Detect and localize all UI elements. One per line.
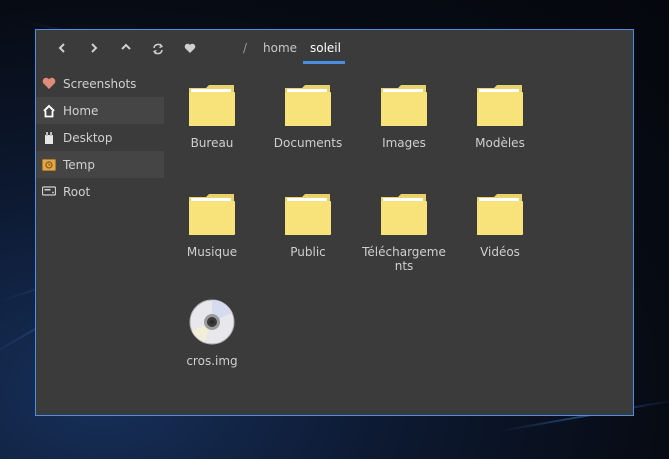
file-name: Images bbox=[382, 136, 426, 150]
forward-button[interactable] bbox=[85, 40, 103, 58]
file-name: Musique bbox=[186, 245, 238, 259]
file-item-documents[interactable]: Documents bbox=[264, 80, 352, 150]
file-name: Public bbox=[290, 245, 326, 259]
file-item-bureau[interactable]: Bureau bbox=[168, 80, 256, 150]
sidebar-item-label: Screenshots bbox=[63, 76, 137, 91]
favorite-button[interactable] bbox=[181, 40, 199, 58]
folder-icon bbox=[284, 189, 332, 237]
file-manager-window: / home soleil Screenshots Home Desktop T… bbox=[35, 29, 634, 416]
folder-icon bbox=[380, 80, 428, 128]
heart-icon bbox=[181, 43, 199, 54]
chevron-left-icon bbox=[53, 43, 71, 53]
sidebar-item-root[interactable]: Root bbox=[36, 178, 164, 205]
sidebar-item-label: Temp bbox=[63, 157, 95, 172]
refresh-icon bbox=[149, 43, 167, 55]
folder-icon bbox=[476, 80, 524, 128]
refresh-button[interactable] bbox=[149, 40, 167, 58]
sidebar-item-screenshots[interactable]: Screenshots bbox=[36, 70, 164, 97]
chevron-up-icon bbox=[117, 43, 135, 51]
active-breadcrumb-indicator bbox=[303, 61, 345, 64]
folder-icon bbox=[188, 189, 236, 237]
up-button[interactable] bbox=[117, 40, 135, 58]
file-name: Téléchargements bbox=[362, 245, 446, 273]
folder-icon bbox=[284, 80, 332, 128]
file-item-modeles[interactable]: Modèles bbox=[456, 80, 544, 150]
home-icon bbox=[42, 104, 56, 118]
file-item-public[interactable]: Public bbox=[264, 189, 352, 259]
sidebar-item-temp[interactable]: Temp bbox=[36, 151, 164, 178]
folder-icon bbox=[476, 189, 524, 237]
file-name: Bureau bbox=[190, 136, 234, 150]
temp-folder-icon bbox=[42, 158, 56, 172]
sidebar: Screenshots Home Desktop Temp Root bbox=[36, 70, 164, 205]
breadcrumb-home[interactable]: home bbox=[263, 41, 297, 55]
folder-icon bbox=[380, 189, 428, 237]
file-name: Documents bbox=[273, 136, 343, 150]
breadcrumb-separator: / bbox=[243, 41, 248, 55]
breadcrumb-soleil[interactable]: soleil bbox=[310, 41, 341, 55]
drive-icon bbox=[42, 185, 56, 199]
file-item-cros-img[interactable]: cros.img bbox=[168, 298, 256, 368]
sidebar-item-home[interactable]: Home bbox=[36, 97, 164, 124]
file-item-images[interactable]: Images bbox=[360, 80, 448, 150]
chevron-right-icon bbox=[85, 43, 103, 53]
file-name: cros.img bbox=[186, 354, 238, 368]
file-name: Modèles bbox=[475, 136, 525, 150]
sidebar-item-label: Home bbox=[63, 103, 99, 118]
file-item-telechargements[interactable]: Téléchargements bbox=[360, 189, 448, 273]
file-name: Vidéos bbox=[480, 245, 520, 259]
file-item-musique[interactable]: Musique bbox=[168, 189, 256, 259]
folder-icon bbox=[188, 80, 236, 128]
sidebar-item-label: Desktop bbox=[63, 130, 113, 145]
heart-icon bbox=[42, 77, 56, 91]
back-button[interactable] bbox=[53, 40, 71, 58]
disc-image-icon bbox=[188, 298, 236, 346]
desktop-icon bbox=[42, 131, 56, 145]
file-item-videos[interactable]: Vidéos bbox=[456, 189, 544, 259]
sidebar-item-desktop[interactable]: Desktop bbox=[36, 124, 164, 151]
toolbar: / home soleil bbox=[36, 30, 633, 70]
sidebar-item-label: Root bbox=[63, 184, 91, 199]
